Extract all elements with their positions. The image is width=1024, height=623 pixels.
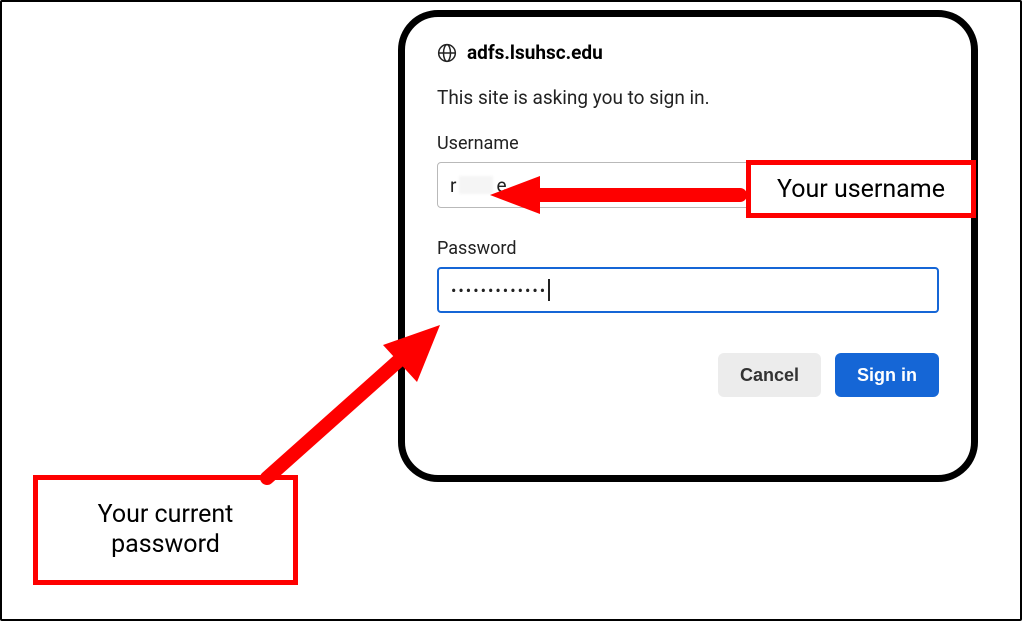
signin-button[interactable]: Sign in — [835, 353, 939, 397]
username-value-part2: e — [496, 174, 506, 197]
dialog-buttons: Cancel Sign in — [437, 353, 939, 397]
site-domain: adfs.lsuhsc.edu — [467, 41, 603, 64]
annotation-username-callout: Your username — [746, 160, 976, 218]
password-input[interactable]: ••••••••••••• — [437, 267, 939, 313]
text-caret-icon — [548, 279, 549, 301]
auth-dialog: adfs.lsuhsc.edu This site is asking you … — [398, 10, 978, 482]
username-value-part1: r — [450, 174, 456, 197]
password-label: Password — [437, 238, 939, 259]
username-input[interactable]: r e — [437, 162, 777, 208]
dialog-header: adfs.lsuhsc.edu — [437, 41, 939, 64]
password-mask-value: ••••••••••••• — [451, 281, 547, 300]
signin-prompt: This site is asking you to sign in. — [437, 86, 939, 109]
globe-icon — [437, 43, 457, 63]
cancel-button[interactable]: Cancel — [718, 353, 821, 397]
username-label: Username — [437, 133, 939, 154]
annotation-password-callout: Your current password — [33, 475, 298, 585]
username-redacted-icon — [459, 176, 493, 194]
